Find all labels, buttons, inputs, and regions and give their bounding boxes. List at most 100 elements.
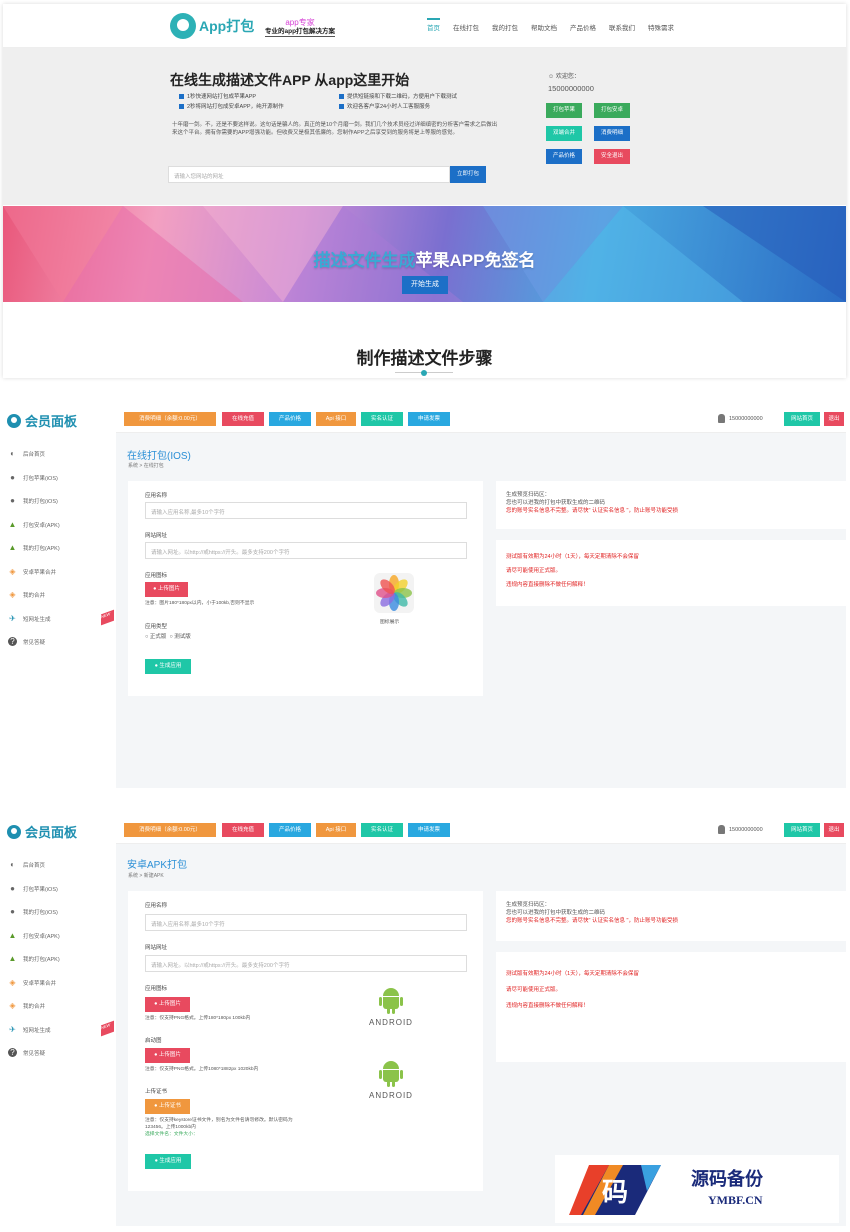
menu-price[interactable]: 产品价格 <box>570 22 596 32</box>
site-home-button[interactable]: 网站首页 <box>784 412 820 426</box>
sidebar-item-faq[interactable]: ? 常见答疑 <box>8 637 45 646</box>
apple-icon: ● <box>10 884 15 893</box>
username: 15000000000 <box>729 826 763 833</box>
sidebar-item-merge[interactable]: ◈ 安卓苹果合并 <box>8 978 56 987</box>
panel-logo[interactable]: 会员面板 <box>7 411 77 430</box>
sidebar-label: 短网址生成 <box>23 1027 51 1034</box>
upload-icon-button[interactable]: ● 上传图片 <box>145 997 190 1012</box>
api-button[interactable]: Api 接口 <box>316 412 356 426</box>
android-text: ANDROID <box>369 1018 413 1027</box>
top-toolbar: 消费明细（余额:0.00元） 在线充值 产品价格 Api 接口 实名认证 申请发… <box>116 405 846 433</box>
radio-test[interactable]: ○ 测试版 <box>169 634 190 640</box>
sidebar-item-merge[interactable]: ◈ 安卓苹果合并 <box>8 567 56 576</box>
logout-button[interactable]: 退出 <box>824 412 844 426</box>
upload-cert-button[interactable]: ● 上传证书 <box>145 1099 190 1114</box>
sidebar-item-short-url[interactable]: ✈ 短网址生成 <box>8 1025 51 1034</box>
main-menu: 首页 在线打包 我的打包 帮助文档 产品价格 联系我们 特殊需求 <box>427 18 674 32</box>
menu-my-pack[interactable]: 我的打包 <box>492 22 518 32</box>
rule-2: 请尽可能使用正式版。 <box>506 568 562 574</box>
feature-text: 提供短链接和下载二维码，方便用户下载测试 <box>347 94 458 100</box>
ios-form: 应用名称 请输入应用名称,最多10个字符 网站网址 请输入网址。以http://… <box>128 481 483 696</box>
recharge-button[interactable]: 在线充值 <box>222 412 264 426</box>
app-name-input[interactable]: 请输入应用名称,最多10个字符 <box>145 914 467 931</box>
merge-icon: ◈ <box>9 590 16 599</box>
app-type-options: ○ 正式版 ○ 测试版 <box>145 634 191 641</box>
start-generate-button[interactable]: 开始生成 <box>402 276 448 294</box>
feature-text: 1秒快速网站打包成苹果APP <box>187 94 257 100</box>
steps-title: 制作描述文件步骤 <box>356 349 493 368</box>
app-name-input[interactable]: 请输入应用名称,最多10个字符 <box>145 502 467 519</box>
panel-logo-text: 会员面板 <box>25 414 78 429</box>
spending-detail-button[interactable]: 消费明细（余额:0.00元） <box>124 823 216 837</box>
sidebar-item-my-merge[interactable]: ◈ 我的合并 <box>8 590 45 599</box>
upload-splash-button[interactable]: ● 上传图片 <box>145 1048 190 1063</box>
sidebar-label: 我的合并 <box>23 1003 46 1010</box>
logout-button[interactable]: 安全退出 <box>594 149 630 164</box>
verify-warning: 您的账号实名信息不完整。请尽快" 认证实名信息 "，防止账号功能受损 <box>506 508 678 514</box>
sidebar-item-my-ios[interactable]: ● 我的打包(iOS) <box>8 907 58 916</box>
sidebar-item-pack-ios[interactable]: ● 打包苹果(iOS) <box>8 884 58 893</box>
welcome-box: ☺ 欢迎您： 15000000000 <box>548 72 594 94</box>
price-button[interactable]: 产品价格 <box>546 149 582 164</box>
sidebar-item-my-apk[interactable]: ▲ 我的打包(APK) <box>8 543 60 552</box>
sidebar-item-my-ios[interactable]: ● 我的打包(iOS) <box>8 496 58 505</box>
url-input[interactable]: 请输入网址。以http://或https://开头。最多支持200个字符 <box>145 955 467 972</box>
api-button[interactable]: Api 接口 <box>316 823 356 837</box>
price-button[interactable]: 产品价格 <box>269 412 311 426</box>
generate-label: 生成应用 <box>159 1158 182 1164</box>
sidebar-item-home[interactable]: ◐ 后台首页 <box>8 449 45 458</box>
invoice-button[interactable]: 申请发票 <box>408 412 450 426</box>
question-icon: ? <box>8 1048 17 1057</box>
menu-home[interactable]: 首页 <box>427 18 440 32</box>
cert-selected: 选择文件名：文件大小： <box>145 1132 198 1137</box>
sidebar-item-pack-apk[interactable]: ▲ 打包安卓(APK) <box>8 520 60 529</box>
feature-3: 2秒将网站打包成安卓APP，纯开源制作 <box>179 102 284 110</box>
sidebar-label: 安卓苹果合并 <box>23 980 57 987</box>
spending-button[interactable]: 消费明细 <box>594 126 630 141</box>
check-icon <box>179 103 184 109</box>
menu-online-pack[interactable]: 在线打包 <box>453 22 479 32</box>
url-search-input[interactable]: 请输入您网站的网址 <box>168 166 450 183</box>
upload-icon-button[interactable]: ● 上传图片 <box>145 582 188 597</box>
rules-info-box: 测试版有效期为24小时（1天），每天定期清除不会保留 请尽可能使用正式版。 违规… <box>496 540 846 606</box>
icon-preview-image <box>374 573 414 613</box>
android-icon: ▲ <box>8 543 17 552</box>
pack-android-button[interactable]: 打包安卓 <box>594 103 630 118</box>
android-icon: ▲ <box>8 931 17 940</box>
sidebar-item-faq[interactable]: ? 常见答疑 <box>8 1048 45 1057</box>
sidebar-item-my-apk[interactable]: ▲ 我的打包(APK) <box>8 954 60 963</box>
logout-button[interactable]: 退出 <box>824 823 844 837</box>
merge-button[interactable]: 双端合并 <box>546 126 582 141</box>
sidebar-item-pack-apk[interactable]: ▲ 打包安卓(APK) <box>8 931 60 940</box>
menu-special[interactable]: 特殊需求 <box>648 22 674 32</box>
site-logo[interactable]: App打包 <box>170 13 254 39</box>
sidebar-label: 我的打包(APK) <box>23 956 60 963</box>
spending-detail-button[interactable]: 消费明细（余额:0.00元） <box>124 412 216 426</box>
sidebar-item-short-url[interactable]: ✈ 短网址生成 <box>8 614 51 623</box>
site-home-button[interactable]: 网站首页 <box>784 823 820 837</box>
pack-now-button[interactable]: 立即打包 <box>450 166 486 183</box>
pack-ios-button[interactable]: 打包苹果 <box>546 103 582 118</box>
invoice-button[interactable]: 申请发票 <box>408 823 450 837</box>
upload-label: 上传图片 <box>158 1001 181 1007</box>
sidebar-item-pack-ios[interactable]: ● 打包苹果(iOS) <box>8 473 58 482</box>
sidebar-item-my-merge[interactable]: ◈ 我的合并 <box>8 1001 45 1010</box>
app-type-label: 应用类型 <box>145 624 168 630</box>
sidebar-item-home[interactable]: ◐ 后台首页 <box>8 860 45 869</box>
menu-help[interactable]: 帮助文档 <box>531 22 557 32</box>
icon-preview-label: 图标展示 <box>380 620 400 625</box>
slogan-top: app专家 <box>285 18 315 27</box>
recharge-button[interactable]: 在线充值 <box>222 823 264 837</box>
verify-button[interactable]: 实名认证 <box>361 823 403 837</box>
url-input[interactable]: 请输入网址。以http://或https://开头。最多支持200个字符 <box>145 542 467 559</box>
radio-formal[interactable]: ○ 正式版 <box>145 634 166 640</box>
panel-logo[interactable]: 会员面板 <box>7 822 77 841</box>
verify-button[interactable]: 实名认证 <box>361 412 403 426</box>
sidebar-label: 打包安卓(APK) <box>23 933 60 940</box>
sidebar-label: 短网址生成 <box>23 616 51 623</box>
generate-app-button[interactable]: ● 生成应用 <box>145 1154 191 1169</box>
menu-contact[interactable]: 联系我们 <box>609 22 635 32</box>
price-button[interactable]: 产品价格 <box>269 823 311 837</box>
merge-icon: ◈ <box>9 1001 16 1010</box>
generate-app-button[interactable]: ● 生成应用 <box>145 659 191 674</box>
